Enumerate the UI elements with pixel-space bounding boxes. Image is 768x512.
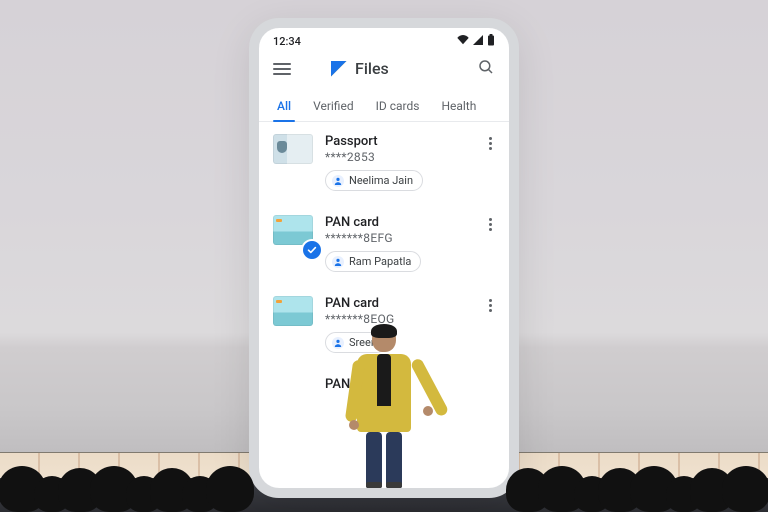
document-number: *******8EFG [325, 231, 495, 245]
app-bar: Files [259, 50, 509, 87]
person-icon [332, 337, 344, 349]
app-title: Files [355, 59, 389, 78]
owner-chip[interactable]: Neelima Jain [325, 170, 423, 191]
tab-label: ID cards [376, 99, 420, 113]
tab-verified[interactable]: Verified [311, 93, 356, 121]
list-item[interactable]: Passport ****2853 Neelima Jain [259, 122, 509, 203]
document-number: *******8EOG [325, 312, 495, 326]
app-brand: Files [331, 59, 389, 78]
files-logo-icon [331, 61, 347, 77]
document-number: ****2853 [325, 150, 495, 164]
list-item[interactable]: PAN card *******8EFG Ram Papatla [259, 203, 509, 284]
document-thumbnail [273, 215, 313, 245]
document-title: PAN card [325, 296, 495, 311]
tab-label: Verified [313, 99, 354, 113]
status-bar: 12:34 [259, 28, 509, 50]
selected-check-icon[interactable] [303, 241, 321, 259]
status-time: 12:34 [273, 35, 301, 48]
tab-all[interactable]: All [275, 93, 293, 121]
person-icon [332, 175, 344, 187]
person-icon [332, 256, 344, 268]
tab-id-cards[interactable]: ID cards [374, 93, 422, 121]
more-icon[interactable] [481, 134, 499, 152]
menu-icon[interactable] [273, 63, 291, 75]
owner-chip[interactable]: Ram Papatla [325, 251, 421, 272]
more-icon[interactable] [481, 296, 499, 314]
tab-label: Health [441, 99, 476, 113]
wifi-icon [457, 35, 469, 48]
tab-health[interactable]: Health [439, 93, 478, 121]
status-icons [457, 34, 495, 49]
search-icon[interactable] [477, 58, 495, 79]
document-thumbnail [273, 296, 313, 326]
owner-name: Neelima Jain [349, 174, 413, 187]
more-icon[interactable] [481, 215, 499, 233]
document-title: Passport [325, 134, 495, 149]
battery-icon [487, 34, 495, 49]
document-title: PAN card [325, 215, 495, 230]
category-tabs: All Verified ID cards Health [259, 87, 509, 122]
tab-label: All [277, 99, 291, 113]
owner-name: Ram Papatla [349, 255, 411, 268]
document-thumbnail [273, 134, 313, 164]
signal-icon [473, 35, 483, 48]
audience [0, 460, 768, 512]
